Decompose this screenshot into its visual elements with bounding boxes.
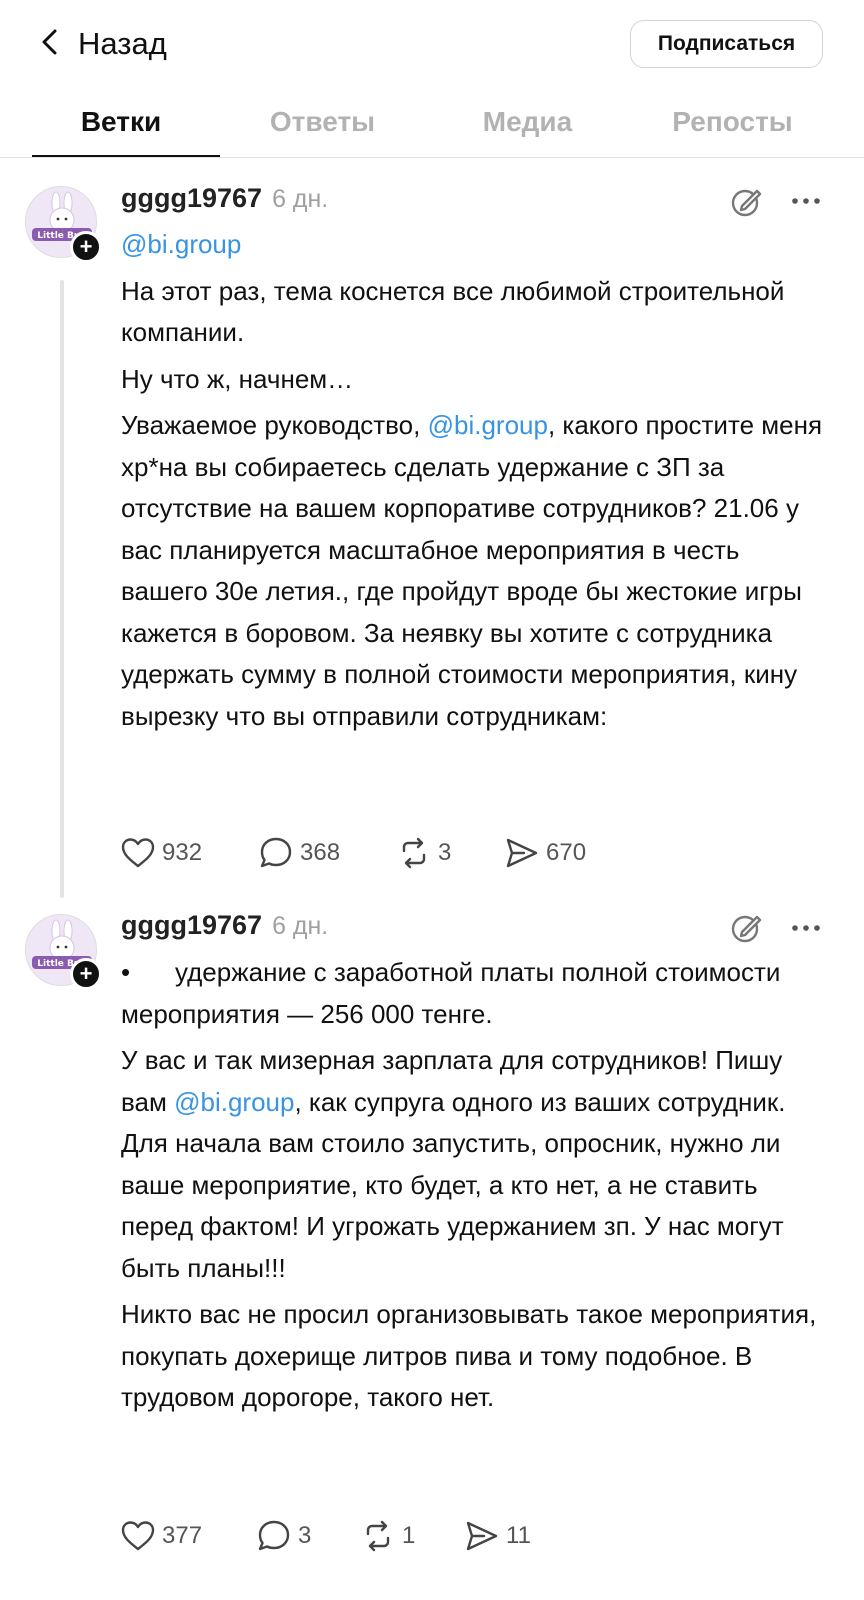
post-time: 6 дн. [272, 185, 329, 213]
thread-connector-line [60, 280, 64, 898]
send-icon [506, 838, 538, 868]
username[interactable]: gggg19767 [121, 183, 262, 214]
share-count: 11 [506, 1522, 531, 1549]
mention-link[interactable]: @bi.group [121, 229, 241, 259]
back-label: Назад [78, 26, 167, 61]
post-text: Уважаемое руководство, [121, 410, 421, 440]
reply-count: 3 [298, 1522, 312, 1549]
post-paragraph: Никто вас не просил организовывать такое… [121, 1299, 817, 1412]
back-button[interactable]: Назад [36, 22, 167, 66]
profile-tabs: Ветки Ответы Медиа Репосты [0, 92, 864, 158]
post-body: @bi.group На этот раз, тема коснется все… [121, 224, 826, 742]
post-text: удержание с заработной платы полной стои… [121, 957, 781, 1029]
chevron-left-icon [36, 28, 64, 61]
tab-media[interactable]: Медиа [425, 92, 630, 157]
share-button[interactable]: 670 [504, 833, 586, 873]
username[interactable]: gggg19767 [121, 910, 262, 941]
bullet-marker: • [121, 957, 131, 987]
edit-icon[interactable] [728, 908, 766, 946]
post-meta: gggg19767 6 дн. [121, 183, 328, 219]
share-button[interactable]: 11 [464, 1516, 531, 1556]
repost-count: 3 [438, 839, 452, 866]
tab-reposts[interactable]: Репосты [630, 92, 835, 157]
reply-button[interactable]: 3 [256, 1516, 311, 1556]
like-count: 377 [162, 1522, 203, 1549]
post-meta: gggg19767 6 дн. [121, 910, 328, 946]
more-options-icon[interactable] [788, 910, 824, 946]
mention-link[interactable]: @bi.group [174, 1087, 294, 1117]
repost-icon [402, 837, 426, 869]
like-count: 932 [162, 839, 203, 866]
comment-icon [258, 1520, 290, 1551]
reply-count: 368 [300, 839, 341, 866]
post-time: 6 дн. [272, 912, 329, 940]
repost-button[interactable]: 1 [360, 1516, 415, 1556]
subscribe-button[interactable]: Подписаться [630, 20, 823, 68]
more-options-icon[interactable] [788, 183, 824, 219]
follow-plus-button[interactable]: + [70, 958, 102, 990]
post-paragraph: Уважаемое руководство, @bi.group, какого… [121, 405, 826, 737]
repost-icon [366, 1520, 390, 1552]
repost-button[interactable]: 3 [396, 833, 451, 873]
repost-count: 1 [402, 1522, 416, 1549]
share-count: 670 [546, 839, 587, 866]
heart-icon [121, 838, 155, 868]
like-button[interactable]: 377 [120, 1516, 202, 1556]
post-paragraph: Ну что ж, начнем… [121, 363, 354, 394]
mention-link[interactable]: @bi.group [428, 410, 548, 440]
like-button[interactable]: 932 [120, 833, 202, 873]
heart-icon [121, 1521, 155, 1551]
edit-icon[interactable] [728, 182, 766, 220]
top-bar: Назад Подписаться [0, 0, 864, 90]
post-paragraph: • удержание с заработной платы полной сто… [121, 952, 826, 1035]
post-paragraph: На этот раз, тема коснется все любимой с… [121, 275, 785, 348]
post-body: • удержание с заработной платы полной сто… [121, 952, 826, 1424]
comment-icon [260, 837, 292, 868]
post-paragraph: У вас и так мизерная зарплата для сотруд… [121, 1040, 826, 1289]
tab-threads[interactable]: Ветки [22, 92, 220, 157]
send-icon [466, 1521, 498, 1551]
reply-button[interactable]: 368 [258, 833, 340, 873]
tab-replies[interactable]: Ответы [220, 92, 425, 157]
post-text: , какого простите меня хр*на вы собирает… [121, 410, 823, 731]
follow-plus-button[interactable]: + [70, 231, 102, 263]
